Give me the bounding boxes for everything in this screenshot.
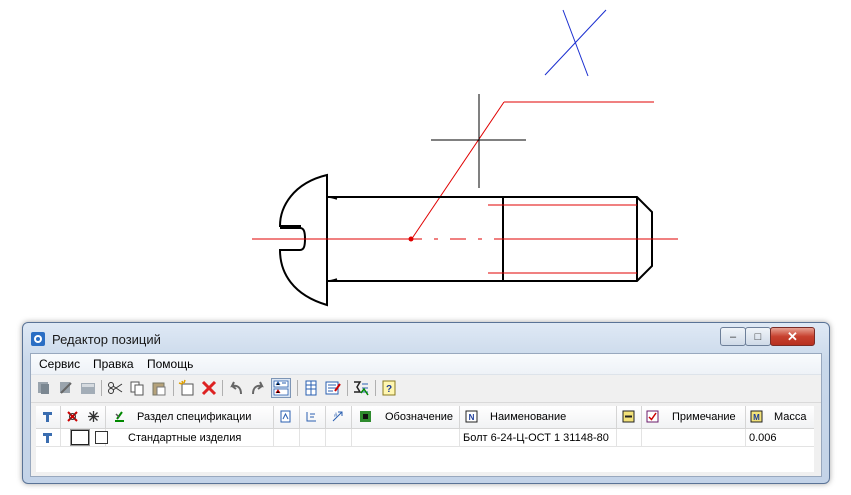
window-title: Редактор позиций [52,332,161,347]
row-quantity-cell[interactable] [616,429,642,446]
close-button[interactable]: ✕ [770,327,815,346]
designation-header: Обозначение [385,411,454,423]
format-icon [280,410,291,423]
redo-icon[interactable] [249,379,267,397]
svg-text:N: N [469,413,475,422]
app-icon [31,332,45,346]
maximize-icon: □ [754,330,762,343]
object-unlink-icon[interactable] [57,379,75,397]
row-mass: 0.006 [749,432,777,444]
panel-icon[interactable] [79,379,97,397]
bolt-head [278,173,328,307]
minimize-button[interactable]: – [720,327,746,346]
table-icon[interactable] [302,379,320,397]
cursor-line-b [562,9,589,77]
row-name-cell[interactable]: Болт 6-24-Ц-ОСТ 1 31148-80 [459,429,617,446]
no-spec-icon [88,411,99,422]
row-flags-cell [60,429,108,446]
toolbar-separator [101,380,102,396]
n-badge-icon: N [465,410,478,423]
toolbar-separator [347,380,348,396]
new-item-icon[interactable] [178,379,196,397]
col-format[interactable] [273,406,300,428]
svg-text:M: M [753,413,760,422]
name-header: Наименование [490,411,567,423]
title-bar[interactable]: Редактор позиций – □ ✕ [23,323,829,353]
no-draw-icon [67,411,78,422]
row-designation-cell[interactable] [351,429,460,446]
col-object[interactable] [36,406,61,428]
row-name: Болт 6-24-Ц-ОСТ 1 31148-80 [463,432,609,444]
row-section-cell[interactable]: Стандартные изделия [105,429,274,446]
toolbar: ? [31,375,821,403]
checkbox-icon [646,410,659,423]
col-designation[interactable]: Обозначение [351,406,460,428]
menu-bar: Сервис Правка Помощь [31,354,821,375]
close-icon: ✕ [787,328,798,344]
toolbar-separator [375,380,376,396]
note-header: Примечание [672,411,736,423]
paste-icon[interactable] [150,379,168,397]
position-editor-window[interactable]: Редактор позиций – □ ✕ Сервис Правка Пом… [22,322,830,484]
undo-icon[interactable] [227,379,245,397]
row-mass-cell[interactable]: 0.006 [745,429,814,446]
col-name[interactable]: N Наименование [459,406,617,428]
row-section: Стандартные изделия [128,432,242,444]
maximize-button[interactable]: □ [745,327,771,346]
menu-help[interactable]: Помощь [147,357,193,371]
properties-icon[interactable] [324,379,342,397]
col-zone[interactable] [299,406,326,428]
row-note-cell[interactable] [641,429,746,446]
sort-az-icon[interactable] [271,378,291,398]
quantity-icon [622,410,635,423]
help-icon[interactable]: ? [380,379,398,397]
row-object-cell [36,429,61,446]
position-icon: # [332,411,343,422]
table-row[interactable]: Стандартные изделия Болт 6-24-Ц-ОСТ 1 31… [36,429,814,447]
object-icon [43,433,52,443]
sum-icon[interactable] [352,379,370,397]
object-link-icon[interactable] [35,379,53,397]
col-note[interactable]: Примечание [641,406,746,428]
row-zone-cell[interactable] [299,429,326,446]
svg-text:?: ? [386,384,392,395]
row-format-cell[interactable] [273,429,300,446]
section-header: Раздел спецификации [137,411,252,423]
copy-icon[interactable] [128,379,146,397]
row-position-cell[interactable] [325,429,352,446]
col-mass[interactable]: M Масса [745,406,814,428]
positions-table[interactable]: Раздел спецификации # Обозначение N Наим… [36,406,814,472]
col-position[interactable]: # [325,406,352,428]
col-section[interactable]: Раздел спецификации [105,406,274,428]
toolbar-separator [173,380,174,396]
cut-icon[interactable] [106,379,124,397]
table-header: Раздел спецификации # Обозначение N Наим… [36,406,814,429]
minimize-icon: – [729,330,737,343]
menu-edit[interactable]: Правка [93,357,134,371]
leader-line [410,101,505,241]
col-quantity[interactable] [616,406,642,428]
menu-service[interactable]: Сервис [39,357,80,371]
toolbar-separator [297,380,298,396]
toolbar-separator [222,380,223,396]
zone-icon [306,412,316,422]
delete-icon[interactable] [200,379,218,397]
mass-header: Масса [774,411,807,423]
window-client: Сервис Правка Помощь ? Раздел спецификац… [30,353,822,477]
object-icon [43,412,52,422]
no-draw-checkbox[interactable] [71,430,89,445]
green-square-icon [360,411,371,422]
col-flags[interactable] [60,406,106,428]
section-icon [115,411,124,422]
m-badge-icon: M [750,410,763,423]
